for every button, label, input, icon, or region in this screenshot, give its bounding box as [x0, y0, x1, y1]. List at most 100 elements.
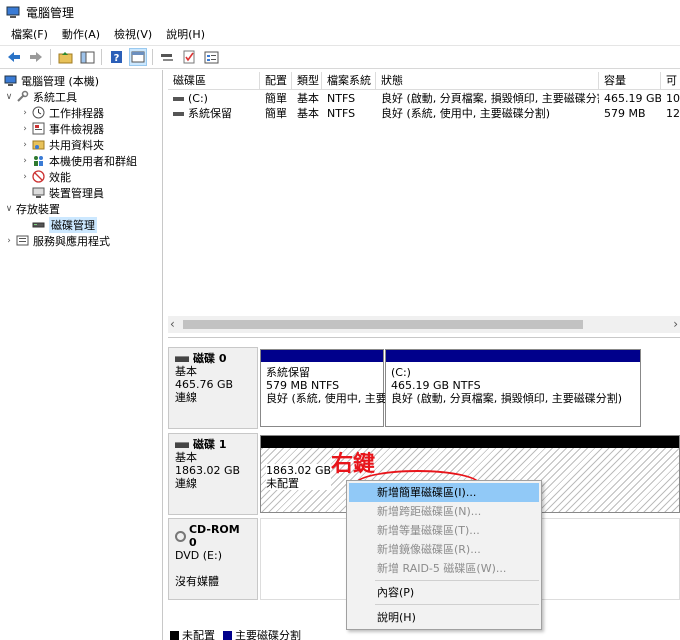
column-header-volume[interactable]: 磁碟區: [168, 72, 260, 90]
disk-state: 沒有媒體: [175, 575, 219, 588]
menu-action[interactable]: 動作(A): [55, 26, 107, 42]
tree-item-disk-management[interactable]: 磁碟管理: [32, 216, 97, 233]
check-icon[interactable]: [180, 48, 198, 66]
status-cell: 良好 (啟動, 分頁檔案, 損毀傾印, 主要磁碟分割): [381, 92, 599, 105]
menu-item-help[interactable]: 說明(H): [349, 608, 539, 627]
menu-item-new-striped-volume[interactable]: 新增等量磁碟區(T)...: [349, 521, 539, 540]
forward-icon[interactable]: [27, 48, 45, 66]
partition-status: 未配置: [266, 477, 299, 490]
tree-label: 事件檢視器: [49, 122, 104, 136]
view-icon[interactable]: [129, 48, 147, 66]
tools-icon: [17, 90, 29, 102]
tree-label: 本機使用者和群組: [49, 154, 137, 168]
column-header-layout[interactable]: 配置: [260, 72, 292, 90]
disk-icon: [175, 355, 189, 362]
primary-partition-bar: [261, 350, 383, 362]
tree-label: 電腦管理 (本機): [21, 74, 100, 88]
primary-partition-bar: [386, 350, 640, 362]
tree-item-local-users-groups[interactable]: › 本機使用者和群組: [20, 153, 137, 168]
chevron-down-icon[interactable]: ∨: [4, 204, 14, 214]
help-icon[interactable]: ?: [107, 48, 125, 66]
shared-folder-icon: [32, 140, 45, 150]
partition-size: 579 MB NTFS: [266, 379, 340, 392]
tree-item-shared-folders[interactable]: › 共用資料夾: [20, 137, 104, 152]
column-header-filesystem[interactable]: 檔案系統: [322, 72, 376, 90]
menu-item-new-simple-volume[interactable]: 新增簡單磁碟區(I)...: [349, 483, 539, 502]
properties-icon[interactable]: [202, 48, 220, 66]
disk-icon: [175, 441, 189, 448]
tree-label: 磁碟管理: [49, 216, 97, 233]
tree-label: 裝置管理員: [49, 186, 104, 200]
menu-view[interactable]: 檢視(V): [107, 26, 159, 42]
table-row[interactable]: (C:) 簡單 基本 NTFS 良好 (啟動, 分頁檔案, 損毀傾印, 主要磁碟…: [168, 91, 680, 106]
chevron-right-icon[interactable]: ›: [20, 172, 30, 182]
chevron-right-icon[interactable]: ›: [20, 156, 30, 166]
up-folder-icon[interactable]: [56, 48, 74, 66]
menu-separator: [375, 580, 539, 581]
menu-file[interactable]: 檔案(F): [4, 26, 55, 42]
column-header-type[interactable]: 類型: [292, 72, 322, 90]
type-cell: 基本: [297, 92, 319, 105]
computer-management-icon: [4, 75, 17, 86]
chevron-right-icon[interactable]: ›: [4, 236, 14, 246]
disk-0-label[interactable]: 磁碟 0 基本 465.76 GB 連線: [168, 347, 258, 429]
cdrom-0-label[interactable]: CD-ROM 0 DVD (E:) 沒有媒體: [168, 518, 258, 600]
disk-name: 磁碟 0: [193, 352, 227, 365]
layout-cell: 簡單: [265, 107, 287, 120]
filesystem-cell: NTFS: [327, 107, 356, 120]
toolbar-separator: [152, 49, 153, 65]
disk-type: 基本: [175, 365, 197, 378]
tree-item-performance[interactable]: › 效能: [20, 169, 71, 184]
table-row[interactable]: 系統保留 簡單 基本 NTFS 良好 (系統, 使用中, 主要磁碟分割) 579…: [168, 106, 680, 121]
free-space-cell: 12: [666, 107, 680, 120]
type-cell: 基本: [297, 107, 319, 120]
disk-name: 磁碟 1: [193, 438, 227, 451]
show-hide-tree-icon[interactable]: [78, 48, 96, 66]
tree-item-device-manager[interactable]: 裝置管理員: [32, 185, 104, 200]
tree-item-event-viewer[interactable]: › 事件檢視器: [20, 121, 104, 136]
column-header-status[interactable]: 狀態: [376, 72, 599, 90]
connect-icon[interactable]: [158, 48, 176, 66]
tree-item-computer-management[interactable]: 電腦管理 (本機): [4, 73, 99, 88]
tree-item-storage[interactable]: ∨ 存放裝置: [4, 201, 60, 216]
menu-help[interactable]: 說明(H): [159, 26, 212, 42]
legend-label: 未配置: [182, 630, 215, 640]
column-header-free[interactable]: 可: [661, 72, 680, 90]
tree-item-task-scheduler[interactable]: › 工作排程器: [20, 105, 104, 120]
unallocated-bar: [261, 436, 679, 448]
scroll-left-icon[interactable]: ‹: [170, 317, 175, 331]
partition-status: 良好 (啟動, 分頁檔案, 損毀傾印, 主要磁碟分割): [391, 392, 623, 405]
scrollbar-thumb[interactable]: [183, 320, 583, 329]
menu-item-new-raid5-volume[interactable]: 新增 RAID-5 磁碟區(W)...: [349, 559, 539, 578]
partition-size: 465.19 GB NTFS: [391, 379, 481, 392]
users-icon: [34, 156, 43, 166]
chevron-right-icon[interactable]: ›: [20, 108, 30, 118]
tree-label: 效能: [49, 170, 71, 184]
tree-item-services-apps[interactable]: › 服務與應用程式: [4, 233, 110, 248]
menu-item-new-spanned-volume[interactable]: 新增跨距磁碟區(N)...: [349, 502, 539, 521]
svg-text:?: ?: [113, 53, 119, 64]
tree-item-system-tools[interactable]: ∨ 系統工具: [4, 89, 77, 104]
context-menu: 新增簡單磁碟區(I)... 新增跨距磁碟區(N)... 新增等量磁碟區(T)..…: [346, 480, 542, 630]
disk-size: 465.76 GB: [175, 378, 234, 391]
toolbar: ?: [0, 45, 680, 69]
tree-label: 存放裝置: [16, 202, 60, 216]
filesystem-cell: NTFS: [327, 92, 356, 105]
menu-separator: [375, 604, 539, 605]
partition-system-reserved[interactable]: 系統保留 579 MB NTFS 良好 (系統, 使用中, 主要: [260, 349, 387, 427]
horizontal-scrollbar[interactable]: ‹ ›: [168, 316, 680, 333]
legend-label: 主要磁碟分割: [235, 630, 301, 640]
clock-icon: [32, 106, 45, 119]
back-icon[interactable]: [5, 48, 23, 66]
menu-item-new-mirrored-volume[interactable]: 新增鏡像磁碟區(R)...: [349, 540, 539, 559]
partition-c-drive[interactable]: (C:) 465.19 GB NTFS 良好 (啟動, 分頁檔案, 損毀傾印, …: [385, 349, 641, 427]
chevron-down-icon[interactable]: ∨: [4, 92, 14, 102]
chevron-right-icon[interactable]: ›: [20, 140, 30, 150]
scroll-right-icon[interactable]: ›: [673, 317, 678, 331]
column-header-capacity[interactable]: 容量: [599, 72, 661, 90]
disk-icon: [32, 222, 45, 228]
disk-1-label[interactable]: 磁碟 1 基本 1863.02 GB 連線: [168, 433, 258, 515]
menu-item-properties[interactable]: 內容(P): [349, 583, 539, 602]
chevron-right-icon[interactable]: ›: [20, 124, 30, 134]
